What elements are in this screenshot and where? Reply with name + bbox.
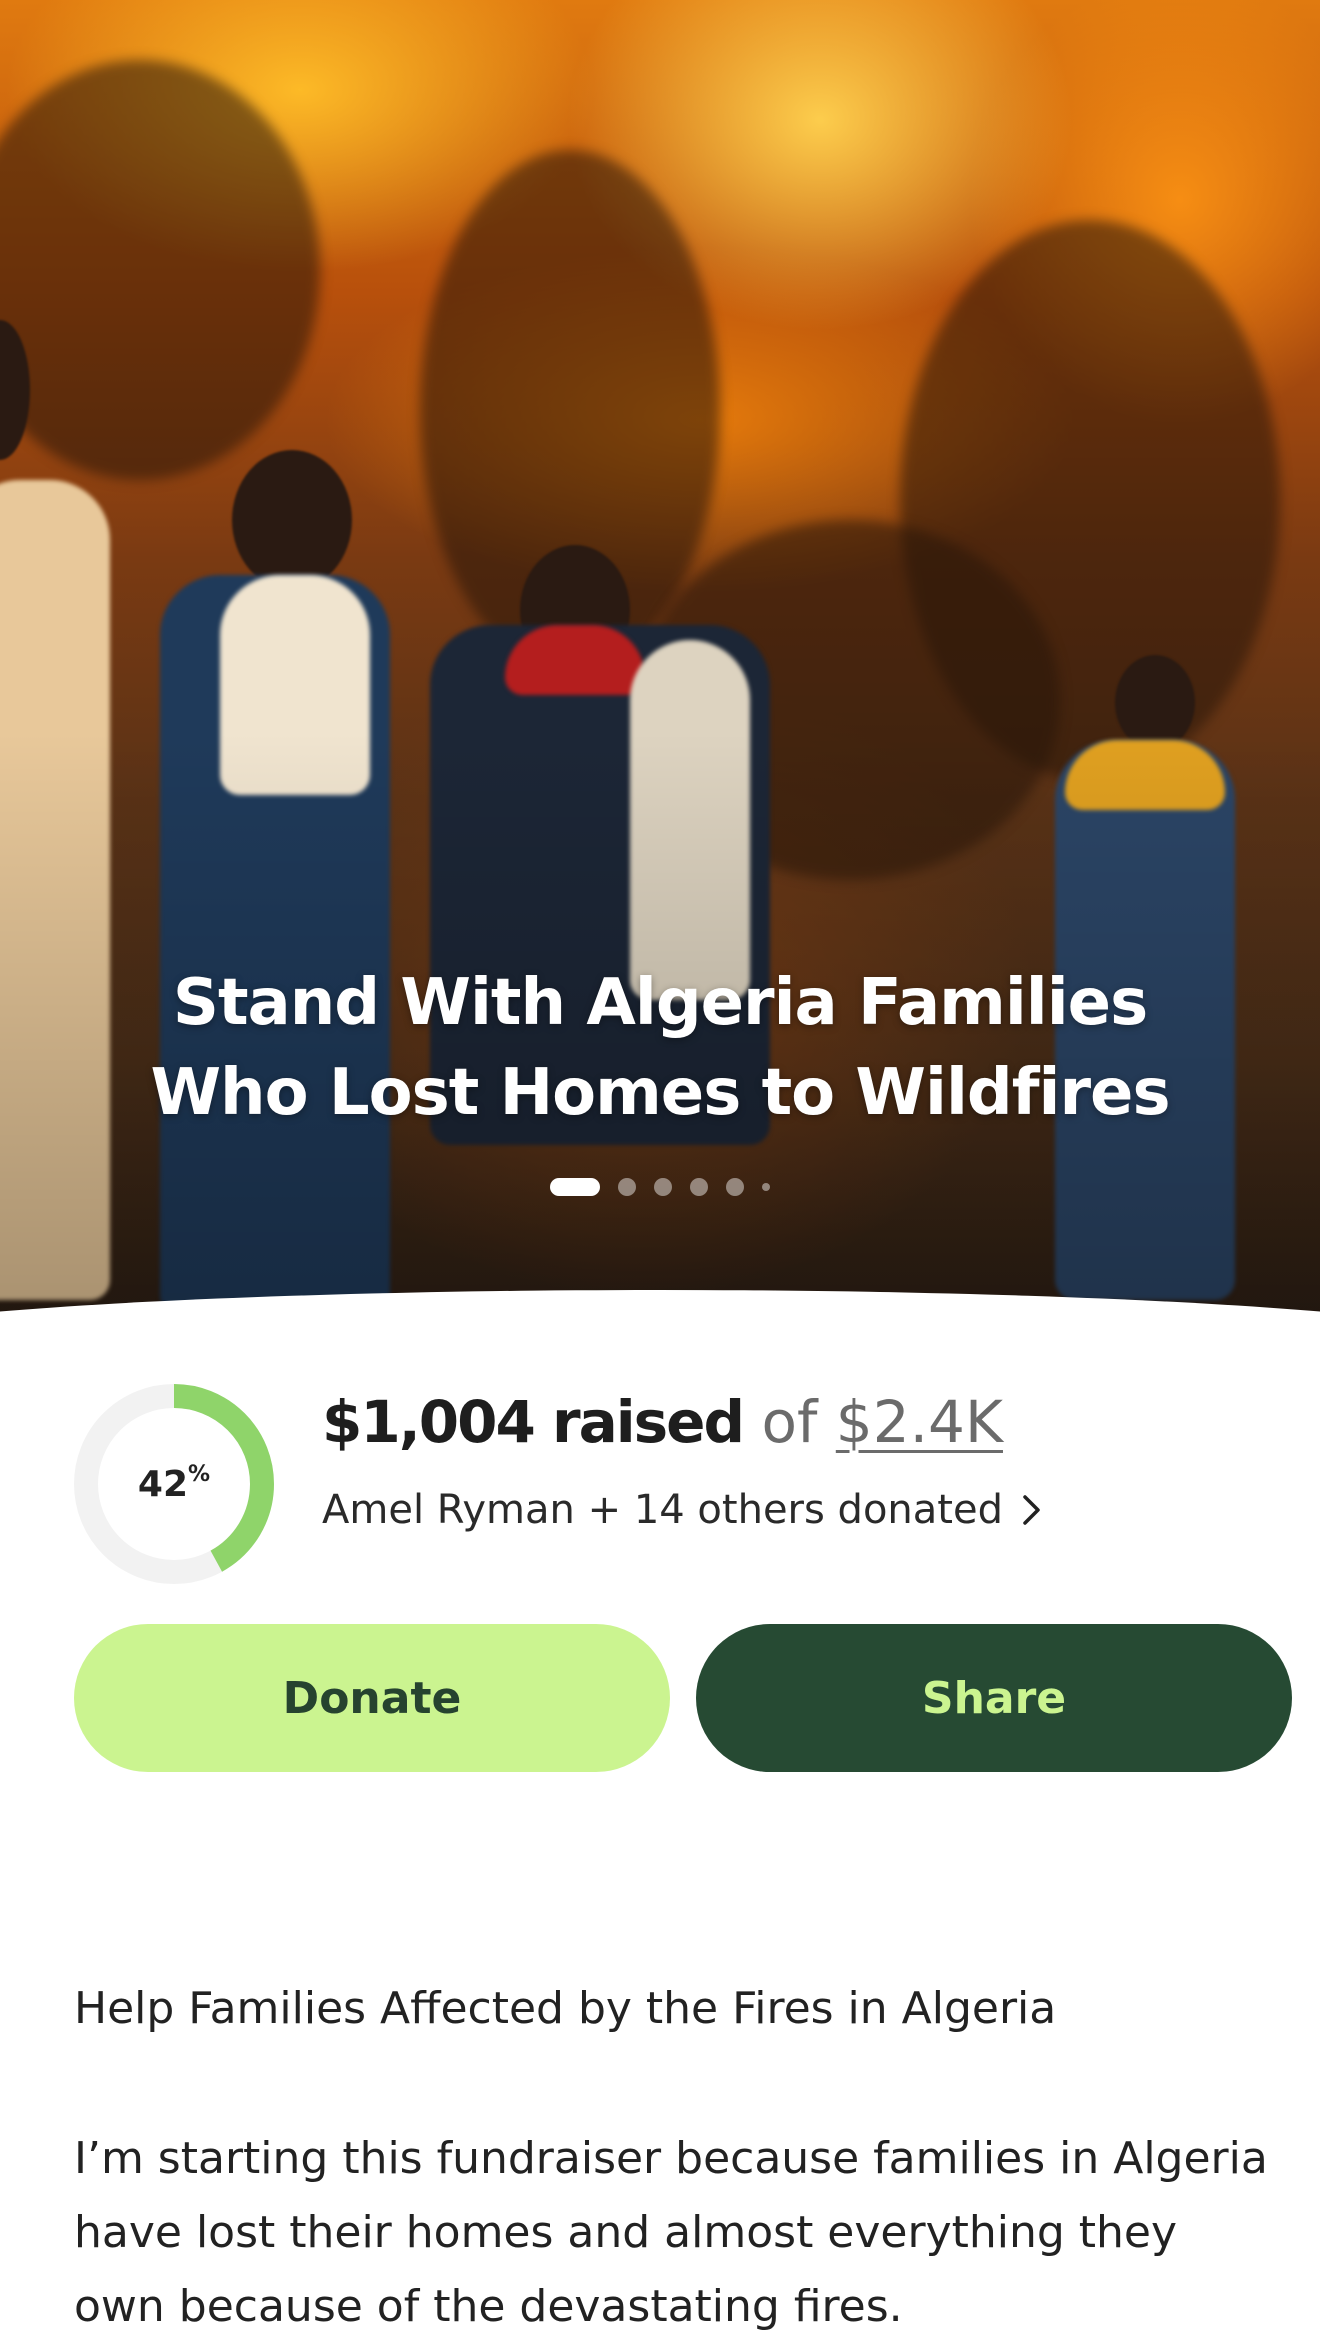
- fundraiser-page: Stand With Algeria Families Who Lost Hom…: [0, 0, 1320, 2330]
- donors-link[interactable]: Amel Ryman + 14 others donated: [322, 1480, 1043, 1540]
- carousel-dot[interactable]: [690, 1178, 708, 1196]
- raised-amount: $1,004 raised: [322, 1388, 745, 1456]
- carousel-dot[interactable]: [654, 1178, 672, 1196]
- carousel-dot[interactable]: [618, 1178, 636, 1196]
- donate-button[interactable]: Donate: [74, 1624, 670, 1772]
- progress-percent-sign: %: [188, 1461, 211, 1487]
- chevron-right-icon: [1023, 1495, 1040, 1525]
- progress-percent-number: 42: [137, 1463, 189, 1505]
- carousel-dot-active[interactable]: [550, 1178, 600, 1196]
- goal-amount[interactable]: $2.4K: [836, 1388, 1003, 1456]
- story-body: I’m starting this fundraiser because fam…: [74, 2122, 1274, 2330]
- story-line: I’m starting this fundraiser because fam…: [74, 2133, 1268, 2184]
- carousel-indicator: [0, 1177, 1320, 1197]
- raised-of: of: [761, 1388, 818, 1456]
- progress-ring: 42%: [74, 1384, 274, 1584]
- donors-text: Amel Ryman + 14 others donated: [322, 1487, 1003, 1533]
- carousel-dot[interactable]: [726, 1178, 744, 1196]
- progress-percent: 42%: [74, 1384, 274, 1584]
- campaign-title: Stand With Algeria Families Who Lost Hom…: [0, 958, 1320, 1138]
- share-button[interactable]: Share: [696, 1624, 1292, 1772]
- hero-image[interactable]: Stand With Algeria Families Who Lost Hom…: [0, 0, 1320, 1330]
- story-heading: Help Families Affected by the Fires in A…: [74, 1983, 1057, 2034]
- raised-summary: $1,004 raised of $2.4K: [322, 1382, 1003, 1462]
- story-line: have lost their homes and almost everyth…: [74, 2207, 1178, 2258]
- campaign-title-line-2: Who Lost Homes to Wildfires: [150, 1056, 1170, 1130]
- story-line: own because of the devastating fires.: [74, 2281, 903, 2330]
- campaign-title-line-1: Stand With Algeria Families: [172, 966, 1148, 1040]
- carousel-dot[interactable]: [762, 1183, 770, 1191]
